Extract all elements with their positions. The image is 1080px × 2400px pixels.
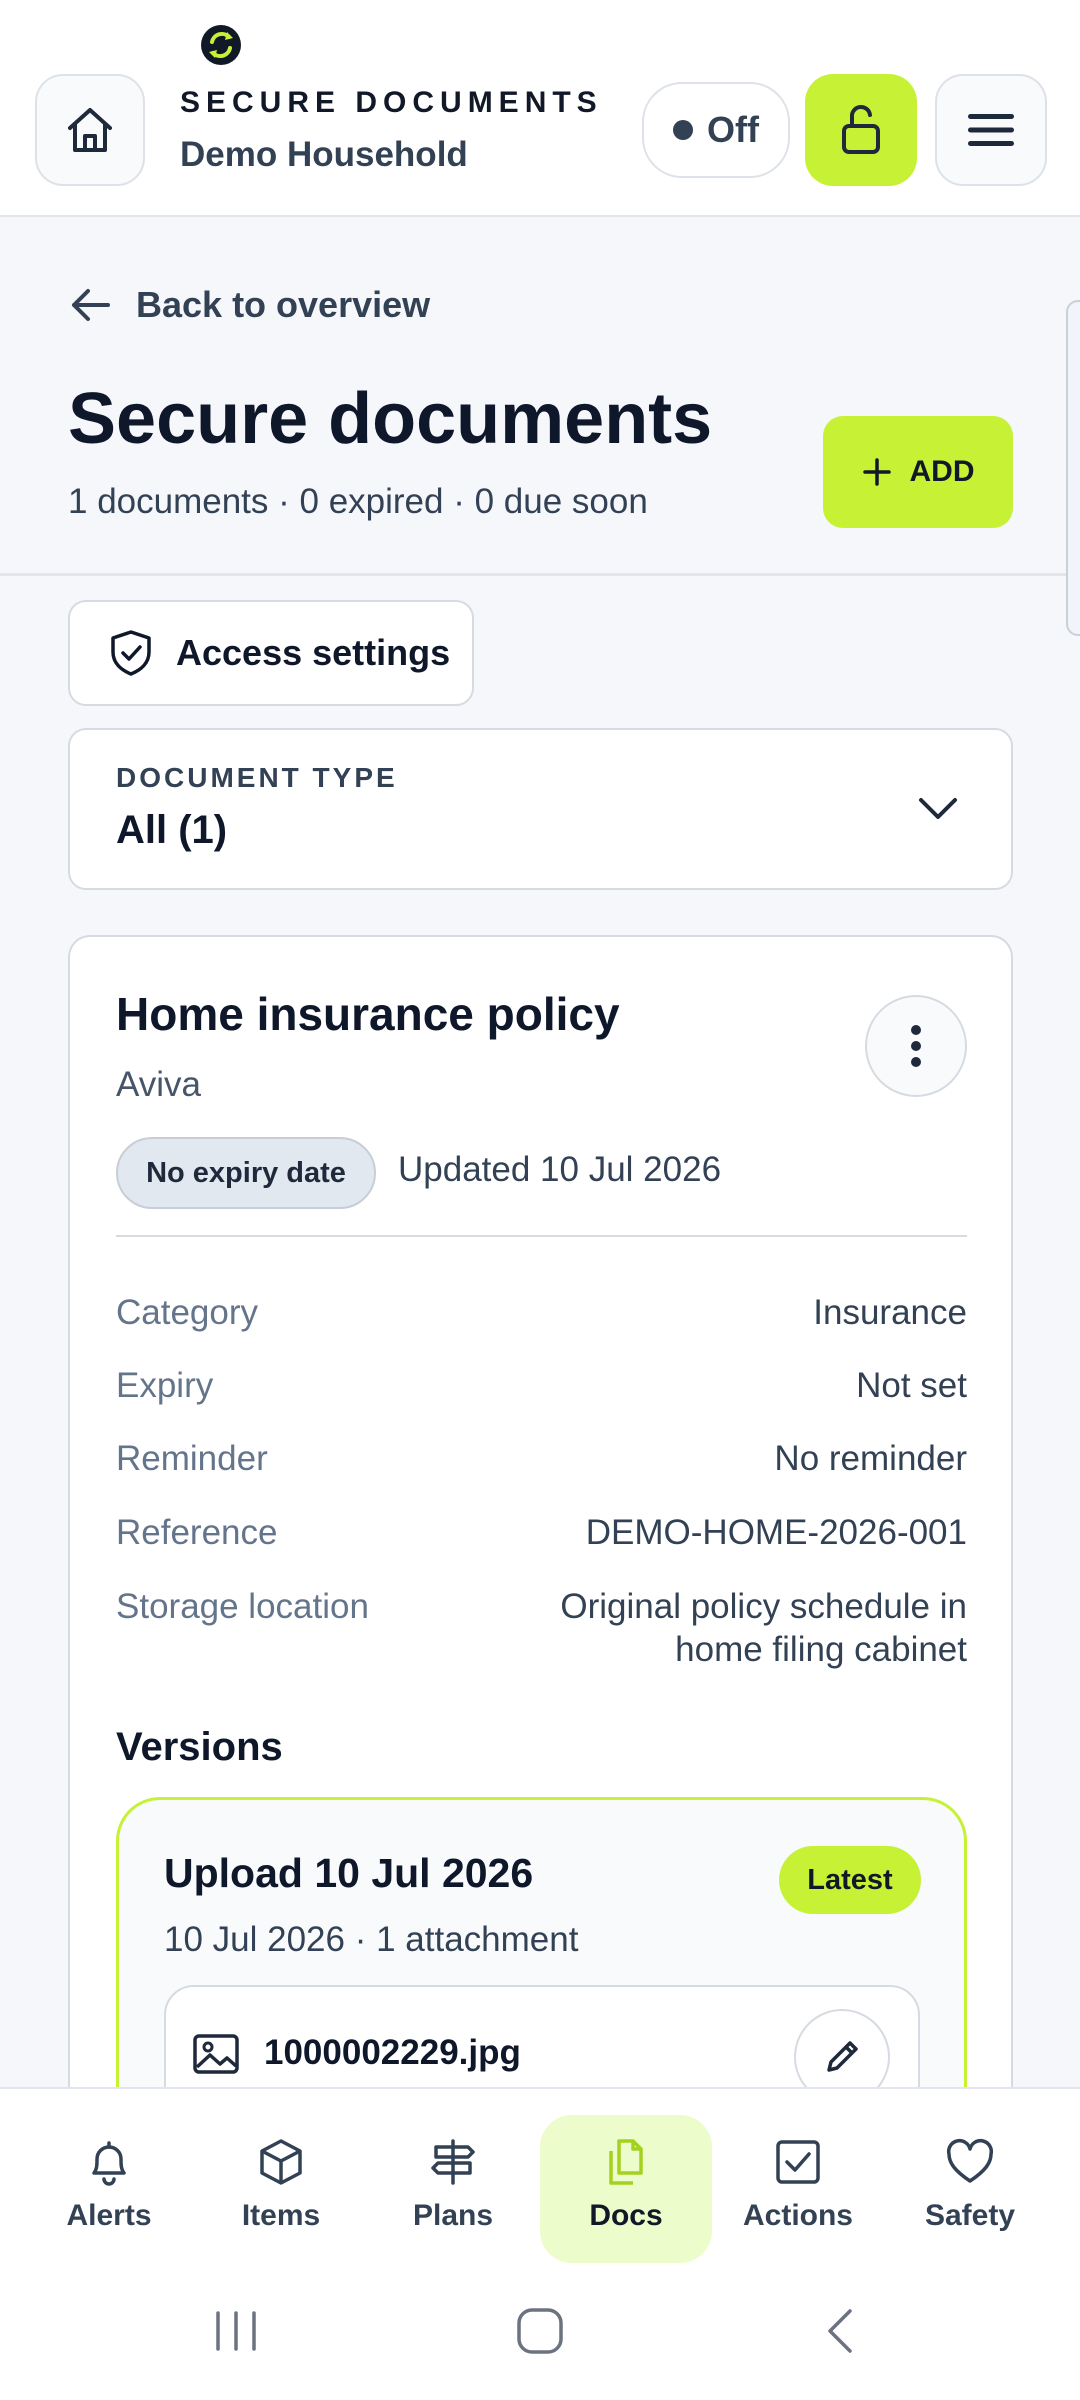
detail-label: Expiry: [116, 1366, 214, 1405]
back-system-icon[interactable]: [818, 2303, 862, 2359]
bottom-navigation: Alerts Items Plans Docs Actions Safety: [0, 2087, 1080, 2265]
detail-row-category: Category Insurance: [116, 1291, 967, 1334]
nav-label: Docs: [589, 2199, 663, 2232]
unlock-icon: [842, 105, 880, 154]
bell-icon: [92, 2141, 126, 2186]
recent-apps-icon[interactable]: [212, 2303, 260, 2359]
document-options-button[interactable]: [865, 995, 967, 1097]
detail-value: Not set: [856, 1366, 967, 1405]
nav-item-docs[interactable]: Docs: [540, 2115, 712, 2263]
attachment-name: 1000002229.jpg: [264, 2033, 521, 2072]
menu-button[interactable]: [935, 74, 1047, 186]
card-divider: [116, 1235, 967, 1237]
home-icon: [68, 108, 112, 152]
edge-panel-handle[interactable]: [1066, 300, 1080, 636]
app-logo-icon: [201, 25, 241, 65]
expiry-status-badge: No expiry date: [116, 1137, 376, 1209]
status-dot-icon: [673, 120, 693, 140]
nav-label: Plans: [412, 2199, 494, 2232]
detail-row-reminder: Reminder No reminder: [116, 1437, 967, 1480]
arrow-left-icon: [72, 289, 110, 321]
add-document-button[interactable]: ADD: [823, 416, 1013, 528]
status-toggle[interactable]: Off: [642, 82, 790, 178]
detail-label: Reminder: [116, 1439, 268, 1478]
detail-value-line: Original policy schedule in: [560, 1587, 967, 1626]
page-title: Secure documents: [68, 379, 713, 459]
document-title: Home insurance policy: [116, 988, 620, 1040]
add-button-label: ADD: [909, 455, 975, 488]
home-system-icon[interactable]: [514, 2303, 566, 2359]
detail-value-line: home filing cabinet: [675, 1630, 967, 1669]
detail-value: DEMO-HOME-2026-001: [585, 1513, 967, 1552]
latest-badge: Latest: [779, 1846, 921, 1914]
document-provider: Aviva: [116, 1065, 201, 1104]
version-meta: 10 Jul 2026 · 1 attachment: [164, 1920, 579, 1959]
version-title: Upload 10 Jul 2026: [164, 1850, 534, 1896]
nav-item-plans[interactable]: Plans: [367, 2115, 539, 2263]
lock-button[interactable]: [805, 74, 917, 186]
document-type-select[interactable]: DOCUMENT TYPE All (1): [68, 728, 1013, 890]
access-settings-button[interactable]: Access settings: [68, 600, 474, 706]
nav-item-items[interactable]: Items: [195, 2115, 367, 2263]
nav-label: Alerts: [66, 2199, 152, 2232]
nav-item-safety[interactable]: Safety: [884, 2115, 1056, 2263]
detail-label: Storage location: [116, 1587, 369, 1626]
heart-icon: [946, 2139, 994, 2183]
detail-label: Category: [116, 1293, 259, 1332]
chevron-down-icon: [919, 798, 957, 819]
nav-label: Actions: [742, 2199, 853, 2232]
signpost-icon: [431, 2139, 475, 2185]
documents-icon: [609, 2139, 643, 2185]
hamburger-menu-icon: [968, 114, 1014, 146]
document-type-value: All (1): [116, 808, 228, 852]
app-eyebrow: SECURE DOCUMENTS: [180, 86, 603, 119]
system-navigation-bar: [0, 2265, 1080, 2400]
household-name: Demo Household: [180, 135, 468, 174]
back-to-overview-link[interactable]: Back to overview: [68, 284, 430, 326]
detail-value: Insurance: [813, 1293, 967, 1332]
access-settings-label: Access settings: [176, 632, 451, 673]
document-card: Home insurance policy Aviva No expiry da…: [68, 935, 1013, 2135]
detail-row-storage-location: Storage location Original policy schedul…: [116, 1585, 967, 1671]
cube-icon: [260, 2139, 302, 2185]
checkbox-icon: [776, 2140, 820, 2184]
home-button[interactable]: [35, 74, 145, 186]
detail-label: Reference: [116, 1513, 278, 1552]
versions-heading: Versions: [116, 1725, 283, 1769]
detail-value: No reminder: [774, 1439, 967, 1478]
shield-check-icon: [111, 630, 151, 676]
document-updated: Updated 10 Jul 2026: [398, 1150, 722, 1189]
app-header: SECURE DOCUMENTS Demo Household Off: [0, 0, 1080, 217]
nav-label: Items: [241, 2199, 321, 2232]
document-type-label: DOCUMENT TYPE: [116, 762, 398, 793]
detail-row-expiry: Expiry Not set: [116, 1364, 967, 1407]
nav-item-alerts[interactable]: Alerts: [23, 2115, 195, 2263]
plus-icon: [862, 458, 891, 486]
image-file-icon: [193, 2034, 239, 2074]
version-card: Upload 10 Jul 2026 Latest 10 Jul 2026 · …: [116, 1797, 967, 2135]
nav-item-actions[interactable]: Actions: [712, 2115, 884, 2263]
header-divider: [0, 573, 1080, 576]
documents-summary: 1 documents · 0 expired · 0 due soon: [68, 482, 648, 521]
status-toggle-label: Off: [707, 109, 759, 150]
back-link-label: Back to overview: [136, 284, 431, 325]
nav-label: Safety: [924, 2199, 1016, 2232]
pencil-icon: [827, 2041, 858, 2072]
detail-row-reference: Reference DEMO-HOME-2026-001: [116, 1511, 967, 1554]
detail-value: Original policy schedule in home filing …: [560, 1585, 967, 1671]
more-vertical-icon: [911, 1025, 921, 1067]
